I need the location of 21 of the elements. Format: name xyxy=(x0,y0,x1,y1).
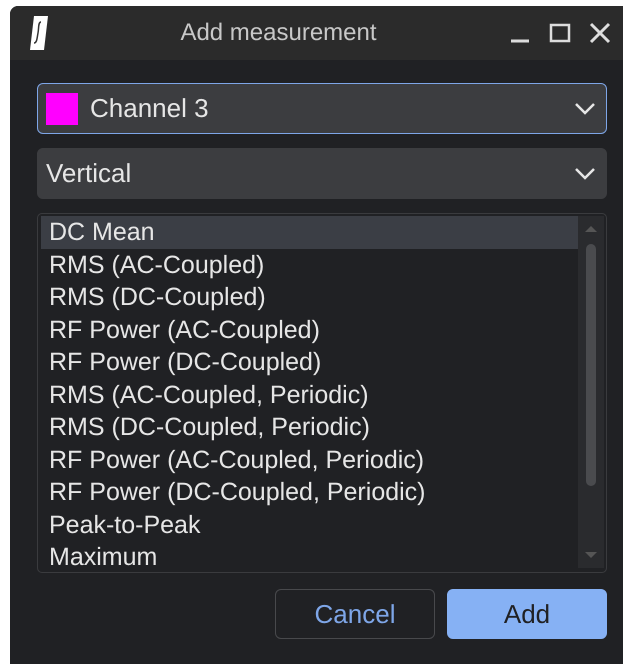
dropdown[interactable]: Channel 3 xyxy=(37,83,607,134)
list-item[interactable]: RF Power (DC-Coupled, Periodic) xyxy=(41,476,578,508)
chevron-icon xyxy=(574,102,596,116)
close-icon[interactable] xyxy=(587,20,613,46)
list-item[interactable]: RF Power (AC-Coupled, Periodic) xyxy=(41,444,578,476)
list-item[interactable]: RF Power (AC-Coupled) xyxy=(41,314,578,346)
list-item[interactable]: RMS (DC-Coupled) xyxy=(41,281,578,314)
list-item[interactable]: RMS (DC-Coupled, Periodic) xyxy=(41,411,578,444)
dropdown[interactable]: Vertical xyxy=(37,148,607,199)
list-item[interactable]: DC Mean xyxy=(41,216,578,248)
list-item[interactable]: Peak-to-Peak xyxy=(41,508,578,541)
list-item[interactable]: RMS (AC-Coupled, Periodic) xyxy=(41,378,578,411)
scrollbar[interactable] xyxy=(578,216,604,568)
add-button[interactable]: Add xyxy=(447,589,607,639)
list-item[interactable]: RF Power (DC-Coupled) xyxy=(41,346,578,378)
app-icon xyxy=(28,14,50,52)
cancel-button[interactable]: Cancel xyxy=(275,589,435,639)
list-item[interactable]: RMS (AC-Coupled) xyxy=(41,248,578,281)
window-title: Add measurement xyxy=(179,19,378,47)
chevron-icon xyxy=(574,166,596,180)
list-item[interactable]: Maximum xyxy=(41,541,578,574)
